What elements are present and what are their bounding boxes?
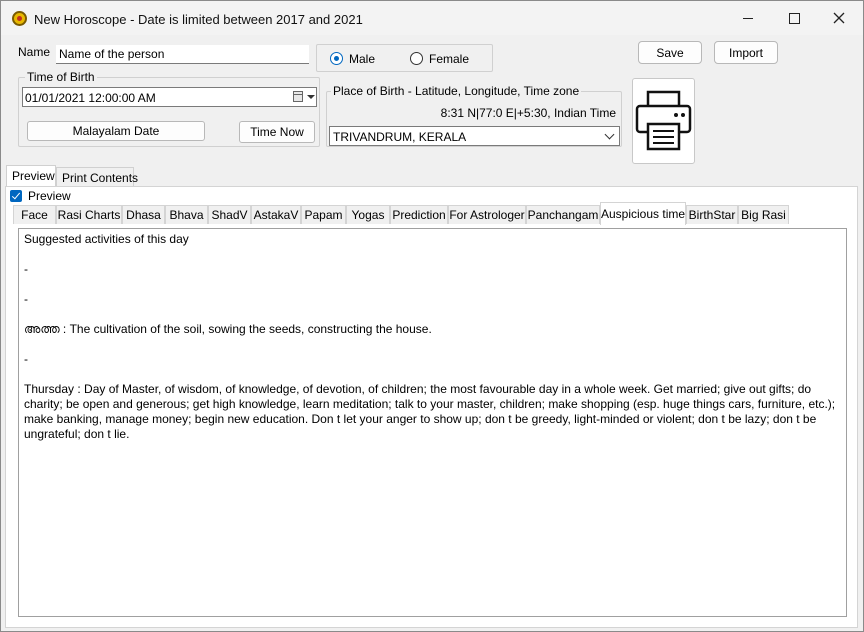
datetime-value: 01/01/2021 12:00:00 AM xyxy=(25,91,156,105)
name-input[interactable]: Name of the person xyxy=(56,45,309,64)
tab-panchangam[interactable]: Panchangam xyxy=(526,205,600,224)
tab-prediction[interactable]: Prediction xyxy=(390,205,448,224)
tab-astakav[interactable]: AstakaV xyxy=(251,205,301,224)
window-title: New Horoscope - Date is limited between … xyxy=(34,12,363,27)
tab-papam[interactable]: Papam xyxy=(301,205,346,224)
tab-yogas[interactable]: Yogas xyxy=(346,205,390,224)
tab-birthstar[interactable]: BirthStar xyxy=(686,205,738,224)
datetime-picker[interactable]: 01/01/2021 12:00:00 AM xyxy=(22,87,317,107)
close-button[interactable] xyxy=(816,1,862,35)
female-label: Female xyxy=(429,52,470,66)
male-label: Male xyxy=(349,52,376,66)
maximize-icon xyxy=(788,12,800,24)
preview-checkbox[interactable] xyxy=(10,190,22,202)
close-icon xyxy=(833,12,845,24)
tab-preview[interactable]: Preview xyxy=(6,165,56,186)
tab-face[interactable]: Face xyxy=(13,205,56,224)
time-of-birth-label: Time of Birth xyxy=(25,70,97,84)
coordinates-text: 8:31 N|77:0 E|+5:30, Indian Time xyxy=(440,106,616,120)
female-radio[interactable] xyxy=(410,52,423,65)
tab-shadv[interactable]: ShadV xyxy=(208,205,251,224)
save-button[interactable]: Save xyxy=(638,41,702,64)
place-value: TRIVANDRUM, KERALA xyxy=(333,130,467,144)
minimize-button[interactable] xyxy=(725,1,771,35)
tab-dhasa[interactable]: Dhasa xyxy=(122,205,165,224)
male-radio[interactable] xyxy=(330,52,343,65)
content-line: Suggested activities of this day xyxy=(24,232,189,246)
tab-rasi-charts[interactable]: Rasi Charts xyxy=(56,205,122,224)
chevron-down-icon[interactable] xyxy=(604,129,615,140)
horoscope-window: New Horoscope - Date is limited between … xyxy=(0,0,864,632)
content-line: - xyxy=(24,292,28,306)
name-label: Name xyxy=(18,45,51,59)
gender-radio-group: Male Female xyxy=(316,44,493,72)
content-line: Thursday : Day of Master, of wisdom, of … xyxy=(24,382,839,441)
printer-icon xyxy=(635,90,692,151)
chevron-down-icon[interactable] xyxy=(307,95,315,99)
auspicious-time-content[interactable]: Suggested activities of this day - - അത്… xyxy=(18,228,847,617)
maximize-button[interactable] xyxy=(771,1,817,35)
calendar-icon[interactable] xyxy=(293,91,303,102)
tab-bhava[interactable]: Bhava xyxy=(165,205,208,224)
print-button[interactable] xyxy=(632,78,695,164)
tab-big-rasi[interactable]: Big Rasi xyxy=(738,205,789,224)
place-of-birth-group: Place of Birth - Latitude, Longitude, Ti… xyxy=(326,84,622,147)
tab-auspicious-time[interactable]: Auspicious time xyxy=(600,202,686,225)
place-of-birth-label: Place of Birth - Latitude, Longitude, Ti… xyxy=(331,84,582,98)
time-of-birth-group: Time of Birth 01/01/2021 12:00:00 AM Mal… xyxy=(18,70,320,147)
minimize-icon xyxy=(743,17,753,19)
malayalam-date-button[interactable]: Malayalam Date xyxy=(27,121,205,141)
place-combobox[interactable]: TRIVANDRUM, KERALA xyxy=(329,126,620,146)
content-line: - xyxy=(24,262,28,276)
preview-checkbox-label: Preview xyxy=(28,189,71,203)
title-bar: New Horoscope - Date is limited between … xyxy=(1,1,863,35)
import-button[interactable]: Import xyxy=(714,41,778,64)
time-now-button[interactable]: Time Now xyxy=(239,121,315,143)
content-line: - xyxy=(24,352,28,366)
tab-for-astrologer[interactable]: For Astrologer xyxy=(448,205,526,224)
content-line: അത്ത : The cultivation of the soil, sowi… xyxy=(24,322,432,336)
tab-print-contents[interactable]: Print Contents xyxy=(56,167,138,187)
app-icon xyxy=(12,11,27,26)
